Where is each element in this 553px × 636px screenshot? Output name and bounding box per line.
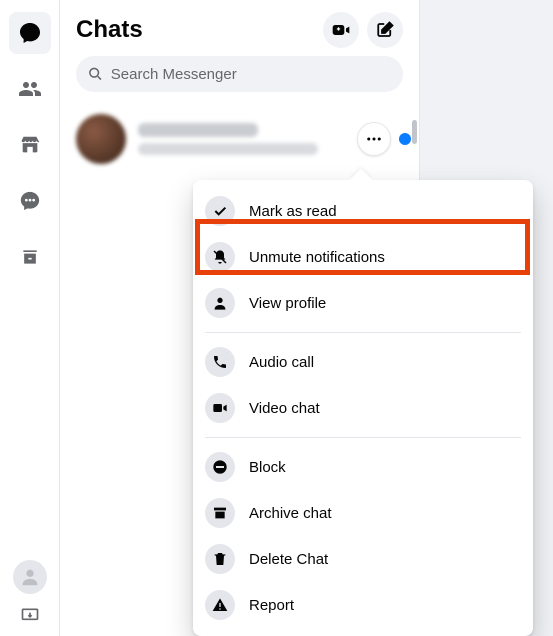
chat-name-redacted — [138, 123, 258, 137]
unread-indicator — [399, 133, 411, 145]
menu-block[interactable]: Block — [193, 444, 533, 490]
chat-preview-redacted — [138, 143, 318, 155]
menu-label: Unmute notifications — [249, 249, 385, 266]
menu-video-chat[interactable]: Video chat — [193, 385, 533, 431]
chat-text — [138, 123, 345, 155]
menu-delete-chat[interactable]: Delete Chat — [193, 536, 533, 582]
menu-divider — [205, 437, 521, 438]
menu-view-profile[interactable]: View profile — [193, 280, 533, 326]
new-video-room-button[interactable] — [323, 12, 359, 48]
new-message-button[interactable] — [367, 12, 403, 48]
compose-icon — [376, 21, 394, 39]
requests-icon — [19, 190, 41, 212]
menu-unmute-notifications[interactable]: Unmute notifications — [193, 234, 533, 280]
phone-icon — [212, 354, 228, 370]
marketplace-icon — [19, 134, 41, 156]
chat-more-button[interactable] — [357, 122, 391, 156]
menu-label: Audio call — [249, 354, 314, 371]
scrollbar-thumb[interactable] — [412, 120, 417, 144]
rail-download[interactable] — [9, 606, 51, 626]
menu-report[interactable]: Report — [193, 582, 533, 628]
chats-header: Chats — [60, 0, 419, 56]
chat-avatar — [76, 114, 126, 164]
video-plus-icon — [331, 20, 351, 40]
profile-icon — [212, 295, 228, 311]
archive-icon — [212, 505, 228, 521]
chat-list-item[interactable] — [60, 104, 419, 174]
menu-label: View profile — [249, 295, 326, 312]
menu-label: Block — [249, 459, 286, 476]
chat-context-menu: Mark as read Unmute notifications View p… — [193, 180, 533, 636]
block-icon — [212, 459, 228, 475]
menu-label: Mark as read — [249, 203, 337, 220]
trash-icon — [212, 551, 228, 567]
rail-marketplace[interactable] — [9, 124, 51, 166]
left-rail — [0, 0, 60, 636]
search-input[interactable] — [111, 66, 391, 83]
archive-rail-icon — [20, 247, 40, 267]
download-icon — [20, 606, 40, 626]
menu-divider — [205, 332, 521, 333]
menu-archive-chat[interactable]: Archive chat — [193, 490, 533, 536]
menu-mark-as-read[interactable]: Mark as read — [193, 188, 533, 234]
chat-icon — [18, 21, 42, 45]
bell-slash-icon — [212, 249, 228, 265]
menu-label: Delete Chat — [249, 551, 328, 568]
user-avatar[interactable] — [13, 560, 47, 594]
menu-label: Archive chat — [249, 505, 332, 522]
video-icon — [212, 400, 228, 416]
page-title: Chats — [76, 16, 315, 44]
people-icon — [18, 77, 42, 101]
rail-requests[interactable] — [9, 180, 51, 222]
rail-chats[interactable] — [9, 12, 51, 54]
search-icon — [88, 66, 103, 82]
menu-label: Report — [249, 597, 294, 614]
search-box[interactable] — [76, 56, 403, 92]
more-icon — [365, 130, 383, 148]
menu-audio-call[interactable]: Audio call — [193, 339, 533, 385]
rail-archive[interactable] — [9, 236, 51, 278]
warning-icon — [212, 597, 228, 613]
check-icon — [212, 203, 228, 219]
rail-people[interactable] — [9, 68, 51, 110]
menu-label: Video chat — [249, 400, 320, 417]
